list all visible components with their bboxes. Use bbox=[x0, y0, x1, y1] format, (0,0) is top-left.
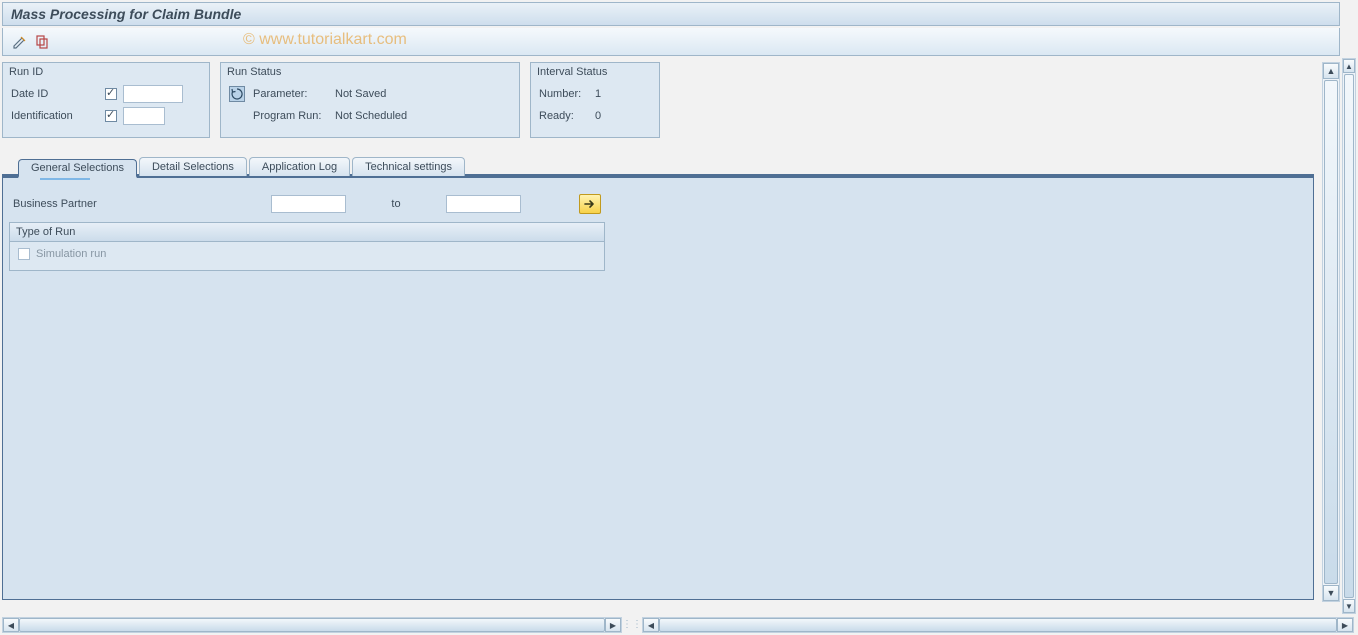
multiple-selection-button[interactable] bbox=[579, 194, 601, 214]
outer-vertical-scrollbar[interactable] bbox=[1342, 58, 1356, 614]
business-partner-from-input[interactable] bbox=[271, 195, 346, 213]
date-id-label: Date ID bbox=[11, 88, 101, 100]
runstatus-group: Run Status Parameter: Not Saved Program … bbox=[220, 62, 520, 138]
runid-legend: Run ID bbox=[9, 66, 43, 78]
date-id-input[interactable] bbox=[123, 85, 183, 103]
ready-label: Ready: bbox=[539, 110, 591, 122]
tab-detail-selections[interactable]: Detail Selections bbox=[139, 157, 247, 176]
identification-input[interactable] bbox=[123, 107, 165, 125]
type-of-run-legend: Type of Run bbox=[10, 223, 604, 242]
scroll-down-button[interactable] bbox=[1323, 585, 1339, 601]
tab-body-general: Business Partner to Type of Run Simulati… bbox=[2, 176, 1314, 600]
workarea-vertical-scrollbar[interactable] bbox=[1322, 62, 1340, 602]
hscroll-right-button[interactable] bbox=[605, 618, 621, 632]
tab-container: General Selections Detail Selections App… bbox=[2, 156, 1314, 600]
outer-scroll-thumb[interactable] bbox=[1344, 74, 1354, 598]
copy-icon[interactable] bbox=[33, 33, 51, 51]
business-partner-label: Business Partner bbox=[9, 198, 263, 210]
hscroll-left-button[interactable] bbox=[3, 618, 19, 632]
header-groups: Run ID Date ID Identification Run Status… bbox=[2, 62, 1340, 138]
tab-general-selections[interactable]: General Selections bbox=[18, 159, 137, 178]
splitter-grip-icon[interactable]: ⋮⋮ bbox=[624, 617, 640, 631]
edit-icon[interactable] bbox=[11, 33, 29, 51]
to-label: to bbox=[354, 198, 438, 210]
interval-group: Interval Status Number: 1 Ready: 0 bbox=[530, 62, 660, 138]
page-title: Mass Processing for Claim Bundle bbox=[11, 6, 241, 22]
runstatus-legend: Run Status bbox=[227, 66, 281, 78]
right-horizontal-scrollbar[interactable] bbox=[642, 617, 1354, 633]
outer-scroll-up-button[interactable] bbox=[1343, 59, 1355, 73]
watermark-text: © www.tutorialkart.com bbox=[243, 31, 407, 49]
app-toolbar: © www.tutorialkart.com bbox=[2, 28, 1340, 56]
work-area: Run ID Date ID Identification Run Status… bbox=[2, 62, 1340, 600]
tab-technical-settings[interactable]: Technical settings bbox=[352, 157, 465, 176]
tabstrip: General Selections Detail Selections App… bbox=[18, 156, 1314, 176]
hscroll2-right-button[interactable] bbox=[1337, 618, 1353, 632]
date-id-required-icon bbox=[105, 88, 117, 100]
status-refresh-icon[interactable] bbox=[229, 86, 245, 102]
active-tab-indicator bbox=[40, 178, 90, 180]
number-value: 1 bbox=[595, 88, 601, 100]
hscroll-left-thumb[interactable] bbox=[19, 618, 605, 632]
simulation-run-checkbox[interactable] bbox=[18, 248, 30, 260]
parameter-value: Not Saved bbox=[335, 88, 386, 100]
identification-required-icon bbox=[105, 110, 117, 122]
title-bar: Mass Processing for Claim Bundle bbox=[2, 2, 1340, 26]
hscroll2-thumb[interactable] bbox=[659, 618, 1337, 632]
parameter-label: Parameter: bbox=[253, 88, 331, 100]
identification-label: Identification bbox=[11, 110, 101, 122]
scroll-thumb[interactable] bbox=[1324, 80, 1338, 584]
scroll-up-button[interactable] bbox=[1323, 63, 1339, 79]
programrun-value: Not Scheduled bbox=[335, 110, 407, 122]
interval-legend: Interval Status bbox=[537, 66, 607, 78]
ready-value: 0 bbox=[595, 110, 601, 122]
left-horizontal-scrollbar[interactable] bbox=[2, 617, 622, 633]
outer-scroll-down-button[interactable] bbox=[1343, 599, 1355, 613]
runid-group: Run ID Date ID Identification bbox=[2, 62, 210, 138]
programrun-label: Program Run: bbox=[253, 110, 331, 122]
hscroll2-left-button[interactable] bbox=[643, 618, 659, 632]
bottom-scrollbar-row: ⋮⋮ bbox=[2, 617, 1354, 633]
simulation-run-label: Simulation run bbox=[36, 248, 106, 260]
type-of-run-group: Type of Run Simulation run bbox=[9, 222, 605, 271]
business-partner-to-input[interactable] bbox=[446, 195, 521, 213]
number-label: Number: bbox=[539, 88, 591, 100]
tab-application-log[interactable]: Application Log bbox=[249, 157, 350, 176]
